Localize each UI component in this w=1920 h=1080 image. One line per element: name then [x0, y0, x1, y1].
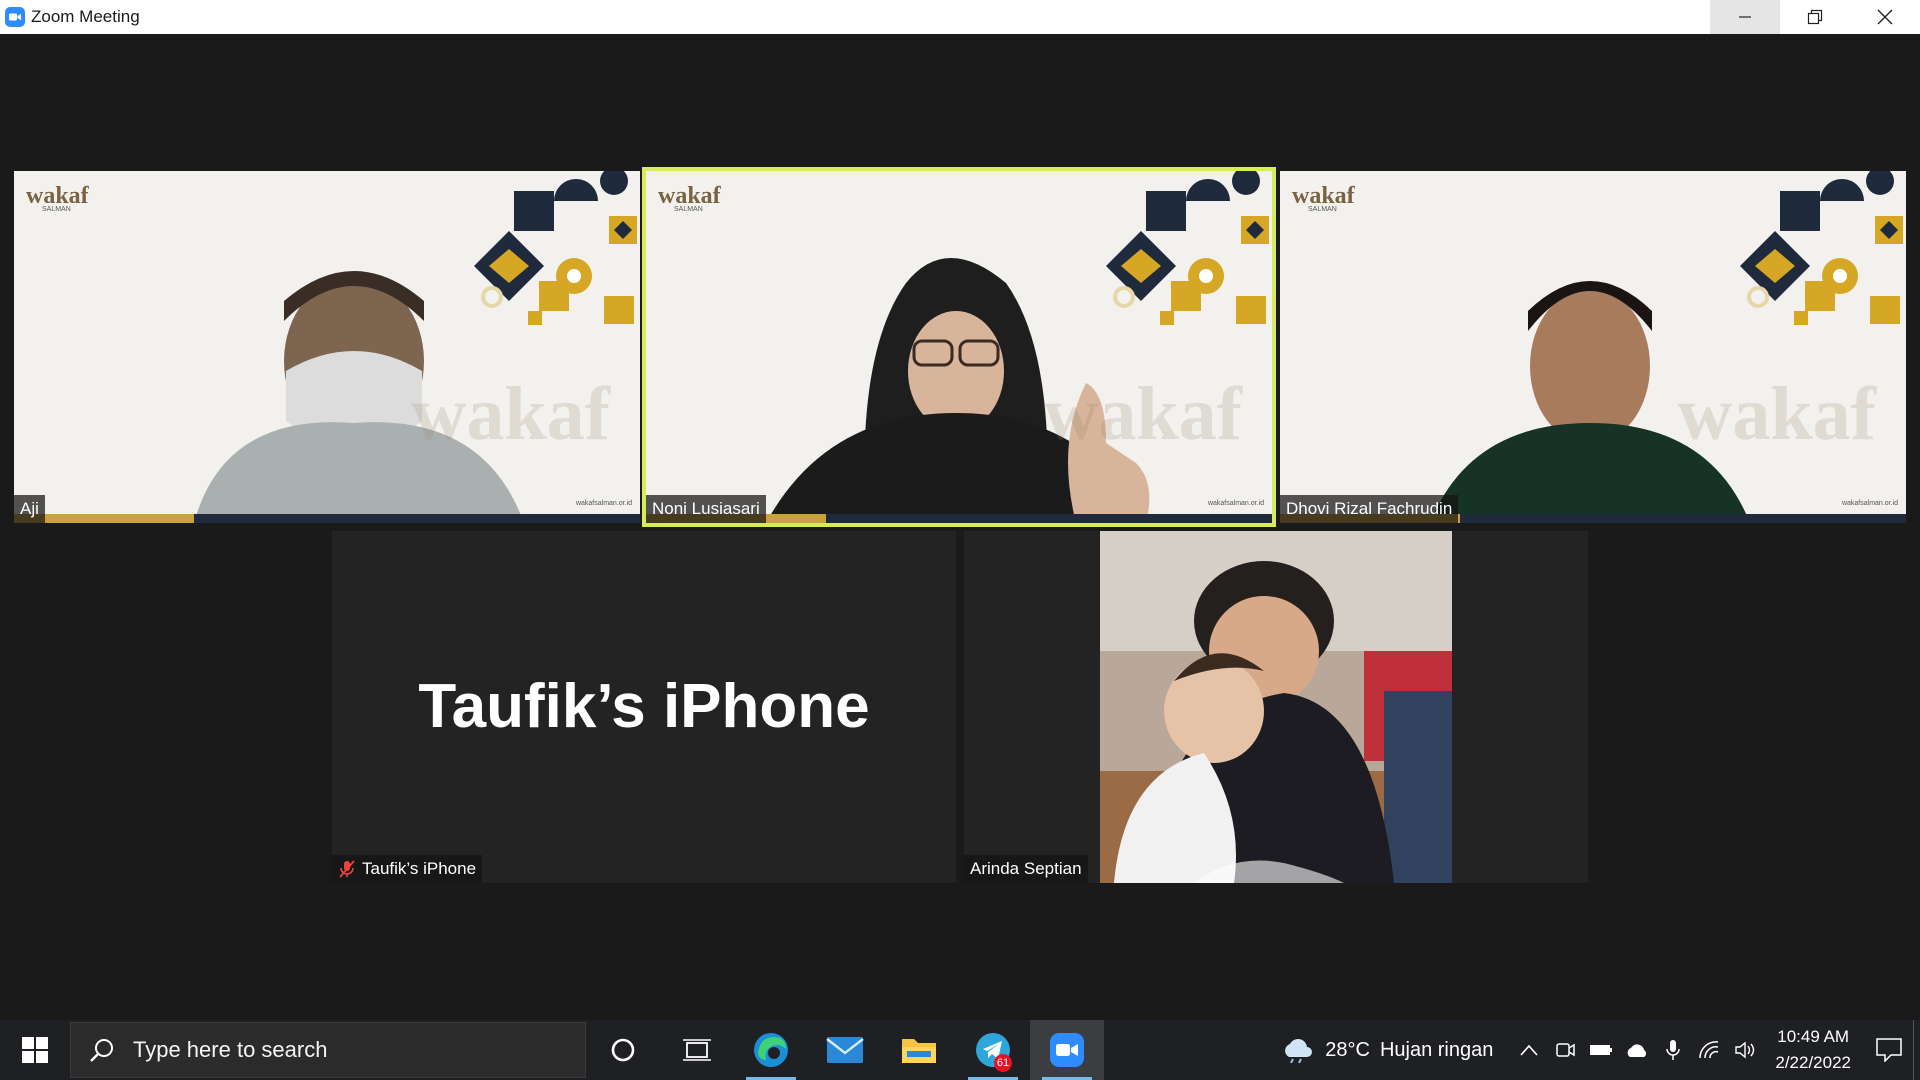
participant-tile-arinda[interactable]: Arinda Septian — [964, 531, 1588, 883]
search-icon — [90, 1039, 113, 1062]
participant-name-tag: Aji — [14, 495, 45, 523]
website-label: wakafsalman.or.id — [575, 500, 632, 507]
website-label: wakafsalman.or.id — [1841, 500, 1898, 507]
wakaf-logo: wakaf SALMAN — [26, 183, 89, 213]
start-button[interactable] — [0, 1020, 70, 1080]
taskbar-telegram[interactable]: 61 — [956, 1020, 1030, 1080]
show-hidden-icons-button[interactable] — [1511, 1020, 1547, 1080]
tray-camera[interactable] — [1547, 1020, 1583, 1080]
action-center-button[interactable] — [1865, 1020, 1913, 1080]
camera-icon — [1556, 1043, 1576, 1057]
weather-temp: 28°C — [1325, 1038, 1370, 1061]
zoom-app-icon — [5, 7, 25, 27]
video-feed — [1100, 531, 1452, 883]
taskbar-edge[interactable] — [734, 1020, 808, 1080]
website-label: wakafsalman.or.id — [1207, 500, 1264, 507]
wakaf-watermark: wakaf — [411, 372, 610, 456]
muted-mic-icon — [339, 860, 355, 878]
show-desktop-button[interactable] — [1913, 1020, 1920, 1080]
tray-microphone[interactable] — [1655, 1020, 1691, 1080]
notification-badge: 61 — [994, 1054, 1012, 1072]
cortana-button[interactable] — [586, 1020, 660, 1080]
participant-name-tag: Taufik’s iPhone — [332, 855, 483, 883]
cortana-icon — [611, 1038, 635, 1062]
video-feed — [646, 171, 1272, 523]
tray-battery[interactable] — [1583, 1020, 1619, 1080]
participant-tile-dhovi[interactable]: wakaf SALMAN wakaf wakafsalman.or.id Dho… — [1280, 171, 1906, 523]
participant-name-tag: Dhovi Rizal Fachrudin — [1280, 495, 1459, 523]
search-input[interactable] — [131, 1036, 535, 1064]
participant-name-tag: Arinda Septian — [964, 855, 1088, 883]
system-tray: 28°C Hujan ringan 10:49 AM 2/22/2022 — [1281, 1020, 1920, 1080]
wakaf-logo: wakaf SALMAN — [658, 183, 721, 213]
edge-icon — [754, 1033, 788, 1067]
wakaf-logo: wakaf SALMAN — [1292, 183, 1355, 213]
taskbar-mail[interactable] — [808, 1020, 882, 1080]
microphone-icon — [1666, 1040, 1681, 1060]
participant-display-name: Taufik’s iPhone — [418, 672, 870, 741]
chevron-up-icon — [1520, 1044, 1538, 1056]
title-bar: Zoom Meeting — [0, 0, 1920, 34]
participant-name-tag: Noni Lusiasari — [646, 495, 766, 523]
restore-icon — [1807, 9, 1823, 25]
participant-name: Dhovi Rizal Fachrudin — [1286, 499, 1453, 518]
mail-icon — [826, 1037, 864, 1063]
minimize-icon — [1739, 16, 1751, 18]
window-title: Zoom Meeting — [31, 7, 140, 26]
clock-date: 2/22/2022 — [1775, 1053, 1851, 1072]
participant-tile-taufik[interactable]: Taufik’s iPhone Taufik’s iPhone — [332, 531, 956, 883]
notification-icon — [1876, 1038, 1902, 1062]
clock-time: 10:49 AM — [1777, 1027, 1850, 1046]
speaker-icon — [1735, 1041, 1755, 1059]
participant-tile-noni[interactable]: wakaf SALMAN wakaf wakafsalman.or.id Non… — [642, 167, 1276, 527]
video-feed — [14, 171, 640, 523]
tray-onedrive[interactable] — [1619, 1020, 1655, 1080]
close-button[interactable] — [1850, 0, 1920, 34]
gallery-view: wakaf SALMAN wakaf wakafsalman.or.id Aji — [0, 34, 1920, 1020]
weather-desc: Hujan ringan — [1379, 1038, 1494, 1061]
participant-name: Noni Lusiasari — [652, 499, 760, 518]
video-feed — [1280, 171, 1906, 523]
onedrive-cloud-icon — [1627, 1044, 1647, 1057]
weather-widget[interactable]: 28°C Hujan ringan — [1281, 1037, 1493, 1063]
participant-tile-aji[interactable]: wakaf SALMAN wakaf wakafsalman.or.id Aji — [14, 171, 640, 523]
taskbar-file-explorer[interactable] — [882, 1020, 956, 1080]
wakaf-watermark: wakaf — [1677, 372, 1876, 456]
tray-wifi[interactable] — [1691, 1020, 1727, 1080]
taskbar-search[interactable] — [70, 1022, 586, 1078]
wakaf-watermark: wakaf — [1043, 372, 1242, 456]
participant-name: Taufik’s iPhone — [362, 859, 477, 878]
wifi-icon — [1699, 1041, 1719, 1059]
windows-icon — [22, 1037, 48, 1063]
battery-icon — [1590, 1045, 1613, 1055]
restore-button[interactable] — [1780, 0, 1850, 34]
task-view-button[interactable] — [660, 1020, 734, 1080]
clock[interactable]: 10:49 AM 2/22/2022 — [1775, 1024, 1851, 1076]
participant-name: Aji — [20, 499, 39, 518]
task-view-icon — [683, 1039, 711, 1061]
close-icon — [1877, 9, 1893, 25]
taskbar-zoom[interactable] — [1030, 1020, 1104, 1080]
file-explorer-icon — [902, 1039, 936, 1063]
taskbar: 61 28°C Hujan ringan — [0, 1020, 1920, 1080]
cloud-rain-icon — [1285, 1039, 1313, 1063]
tray-volume[interactable] — [1727, 1020, 1763, 1080]
participant-name: Arinda Septian — [970, 859, 1082, 878]
zoom-icon — [1050, 1033, 1084, 1067]
minimize-button[interactable] — [1710, 0, 1780, 34]
